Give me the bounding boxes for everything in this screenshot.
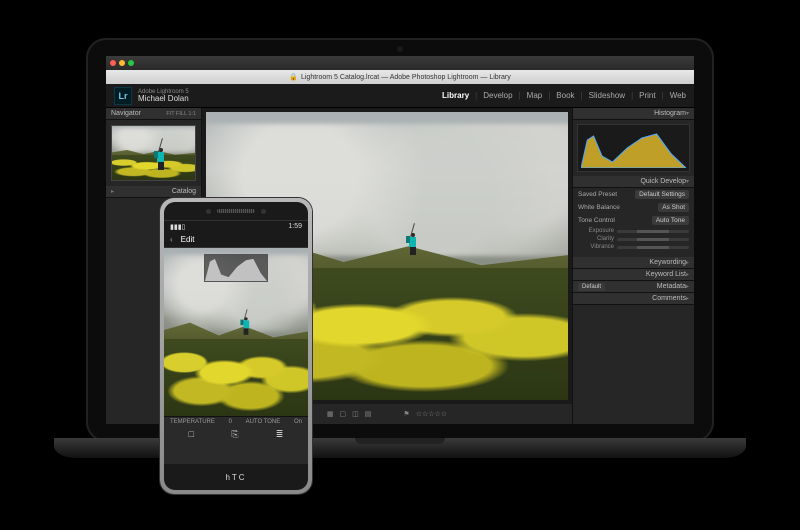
white-balance-dropdown[interactable]: As Shot xyxy=(658,203,689,212)
histogram-panel xyxy=(577,124,690,172)
navigator-fit-modes[interactable]: FIT FILL 1:1 xyxy=(166,111,196,117)
grid-view-icon[interactable]: ▦ xyxy=(327,410,334,418)
separator: | xyxy=(475,91,477,100)
exposure-slider[interactable]: Exposure xyxy=(573,227,694,235)
phone-speaker xyxy=(164,202,308,220)
module-book[interactable]: Book xyxy=(556,91,574,100)
close-button[interactable] xyxy=(110,60,116,66)
tone-control-label: Tone Control xyxy=(578,217,615,224)
signal-icon: ▮▮▮▯ xyxy=(170,223,185,231)
zoom-button[interactable] xyxy=(128,60,134,66)
phone-statusbar: ▮▮▮▯ 1:59 xyxy=(164,220,308,232)
separator: | xyxy=(662,91,664,100)
front-camera-icon xyxy=(206,209,211,214)
laptop-base xyxy=(54,438,746,458)
histogram-graph xyxy=(581,128,686,168)
window-title: Lightroom 5 Catalog.lrcat — Adobe Photos… xyxy=(301,74,511,81)
lock-icon: 🔒 xyxy=(289,73,298,81)
navigator-header[interactable]: Navigator FIT FILL 1:1 xyxy=(106,108,201,120)
module-map[interactable]: Map xyxy=(527,91,543,100)
phone-frame: ▮▮▮▯ 1:59 ‹ Edit TEMPERATURE 0 AUTO TONE… xyxy=(160,198,312,494)
sensor-icon xyxy=(261,209,266,214)
separator: | xyxy=(548,91,550,100)
autotone-label: AUTO TONE xyxy=(246,419,281,425)
clarity-slider[interactable]: Clarity xyxy=(573,235,694,243)
module-library[interactable]: Library xyxy=(442,91,469,100)
phone-tabs: ‹ Edit xyxy=(164,232,308,248)
module-develop[interactable]: Develop xyxy=(483,91,512,100)
vibrance-slider[interactable]: Vibrance xyxy=(573,243,694,251)
white-balance-row: White Balance As Shot xyxy=(573,201,694,214)
minimize-button[interactable] xyxy=(119,60,125,66)
temperature-label: TEMPERATURE xyxy=(170,419,215,425)
survey-view-icon[interactable]: ▤ xyxy=(365,410,372,418)
module-print[interactable]: Print xyxy=(639,91,655,100)
quick-develop-header[interactable]: Quick Develop ▾ xyxy=(573,176,694,188)
separator: | xyxy=(581,91,583,100)
temperature-value: 0 xyxy=(229,419,232,425)
module-slideshow[interactable]: Slideshow xyxy=(589,91,625,100)
histogram-label: Histogram xyxy=(654,110,686,117)
catalog-label: Catalog xyxy=(172,188,196,195)
saved-preset-label: Saved Preset xyxy=(578,191,617,198)
comments-header[interactable]: Comments▸ xyxy=(573,293,694,305)
phone-screen: ▮▮▮▯ 1:59 ‹ Edit TEMPERATURE 0 AUTO TONE… xyxy=(164,202,308,490)
user-name: Michael Dolan xyxy=(138,95,189,103)
phone-edit-controls: TEMPERATURE 0 AUTO TONE On □ ⎘ ≣ xyxy=(164,416,308,464)
keywording-header[interactable]: Keywording▸ xyxy=(573,257,694,269)
chevron-down-icon: ▾ xyxy=(686,110,689,117)
navigator-thumbnail[interactable] xyxy=(111,125,196,181)
autotone-value: On xyxy=(294,419,302,425)
module-picker: Library | Develop | Map | Book | Slideshow | Print… xyxy=(442,91,686,100)
phone-histogram xyxy=(204,254,268,282)
chevron-right-icon: ▸ xyxy=(111,188,114,195)
macos-menubar xyxy=(106,56,694,70)
saved-preset-row: Saved Preset Default Settings xyxy=(573,188,694,201)
tab-edit[interactable]: Edit xyxy=(181,235,195,244)
status-time: 1:59 xyxy=(288,223,302,230)
window-titlebar: 🔒 Lightroom 5 Catalog.lrcat — Adobe Phot… xyxy=(106,70,694,84)
auto-tone-button[interactable]: Auto Tone xyxy=(652,216,689,225)
histogram-header[interactable]: Histogram ▾ xyxy=(573,108,694,120)
right-panel: Histogram ▾ Quick Develop ▾ xyxy=(572,108,694,424)
separator: | xyxy=(631,91,633,100)
phone-photo-viewer[interactable] xyxy=(164,248,308,416)
navigator-label: Navigator xyxy=(111,110,141,117)
speaker-grill xyxy=(217,209,255,213)
crop-icon[interactable]: □ xyxy=(189,429,194,440)
separator: | xyxy=(519,91,521,100)
rating-stars[interactable]: ☆☆☆☆☆ xyxy=(416,410,447,418)
laptop-camera xyxy=(397,46,403,52)
loupe-view-icon[interactable]: ▢ xyxy=(340,410,347,418)
chevron-down-icon: ▾ xyxy=(686,178,689,185)
tone-control-row: Tone Control Auto Tone xyxy=(573,214,694,227)
catalog-header[interactable]: ▸ Catalog xyxy=(106,186,201,198)
metadata-header[interactable]: Default Metadata▸ xyxy=(573,281,694,293)
flag-icon[interactable]: ⚑ xyxy=(403,410,409,418)
app-header: Lr Adobe Lightroom 5 Michael Dolan Libra… xyxy=(106,84,694,108)
saved-preset-dropdown[interactable]: Default Settings xyxy=(635,190,689,199)
brand-block: Adobe Lightroom 5 Michael Dolan xyxy=(138,89,189,103)
phone-chin: hTC xyxy=(164,464,308,490)
adjust-icon[interactable]: ≣ xyxy=(276,429,284,440)
metadata-preset-dropdown[interactable]: Default xyxy=(578,283,605,291)
quick-develop-label: Quick Develop xyxy=(640,178,686,185)
module-web[interactable]: Web xyxy=(670,91,686,100)
presets-icon[interactable]: ⎘ xyxy=(231,429,238,440)
keyword-list-header[interactable]: Keyword List▸ xyxy=(573,269,694,281)
back-button[interactable]: ‹ xyxy=(170,235,173,244)
lightroom-logo: Lr xyxy=(114,87,132,105)
compare-view-icon[interactable]: ◫ xyxy=(352,410,359,418)
white-balance-label: White Balance xyxy=(578,204,620,211)
phone-brand: hTC xyxy=(225,473,246,482)
